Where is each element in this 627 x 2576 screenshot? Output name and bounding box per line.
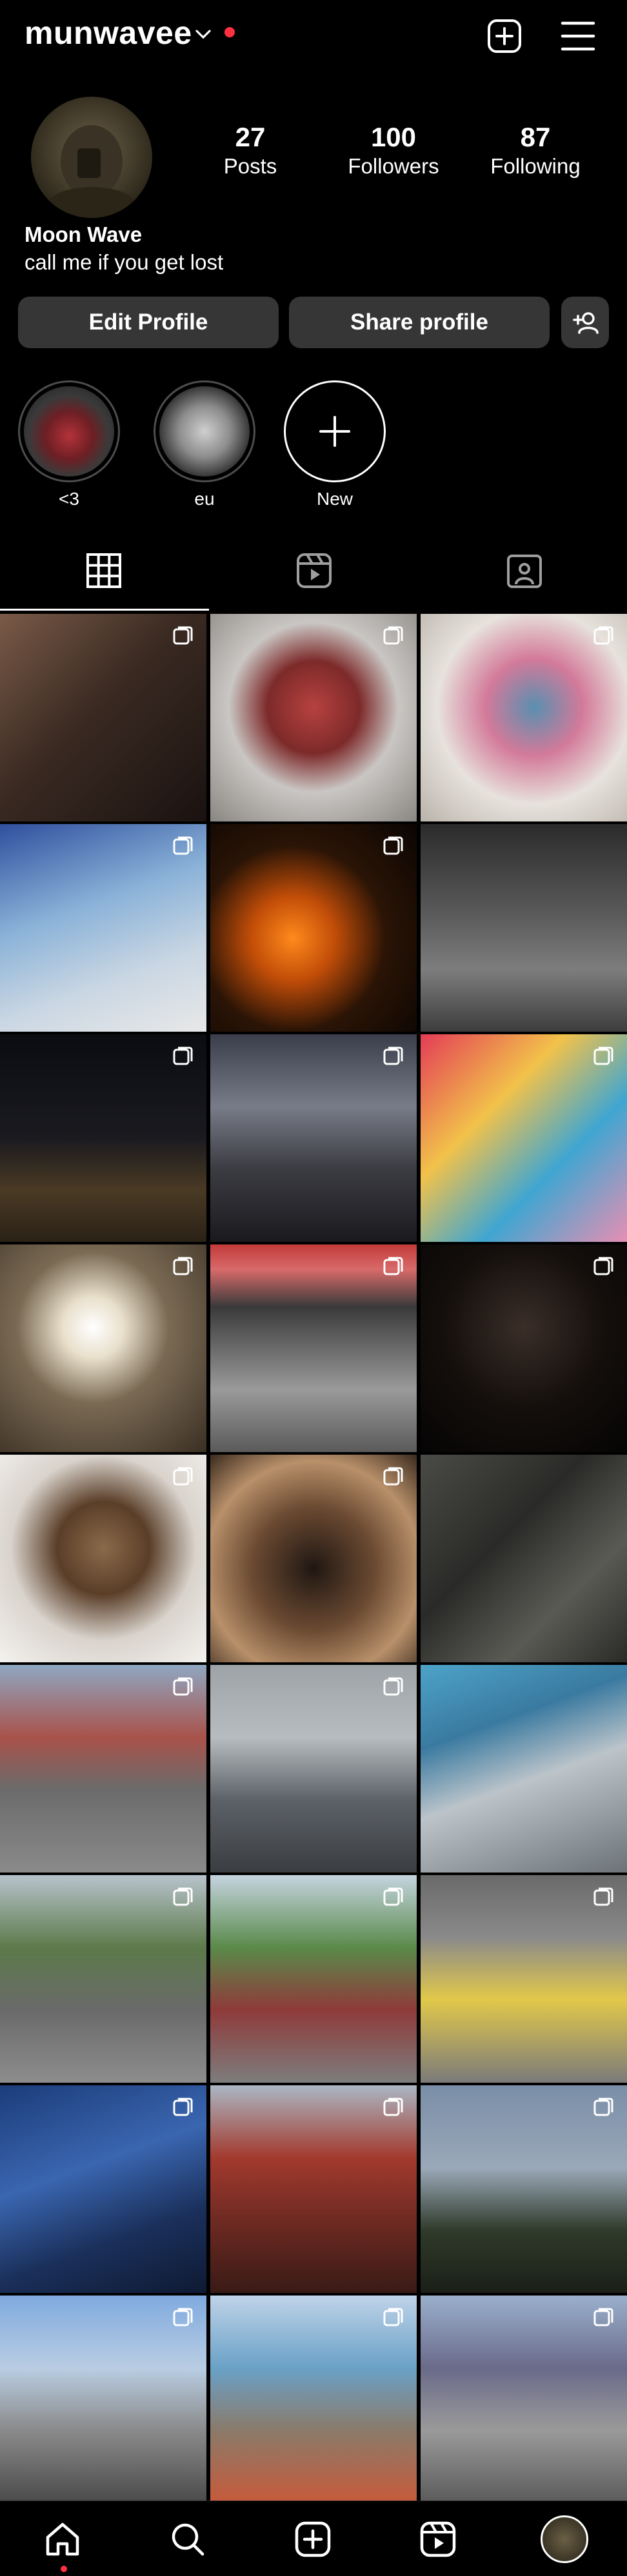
post-thumbnail[interactable] [421, 614, 627, 821]
carousel-icon [173, 2308, 193, 2326]
create-icon[interactable] [485, 17, 524, 55]
post-thumbnail[interactable] [421, 1665, 627, 1873]
post-thumbnail[interactable] [210, 1665, 417, 1873]
edit-profile-button[interactable]: Edit Profile [18, 297, 279, 348]
following-count: 87 [520, 122, 551, 152]
carousel-icon [173, 836, 193, 855]
followers-stat[interactable]: 100 Followers [335, 123, 452, 181]
post-thumbnail[interactable] [0, 2085, 206, 2293]
search-icon[interactable] [165, 2517, 210, 2562]
create-post-icon[interactable] [290, 2517, 335, 2562]
post-thumbnail[interactable] [210, 1244, 417, 1452]
carousel-icon [383, 1677, 403, 1696]
post-thumbnail[interactable] [0, 824, 206, 1032]
new-highlight[interactable]: New [283, 380, 387, 509]
display-name: Moon Wave [25, 222, 143, 246]
carousel-icon [173, 1257, 193, 1275]
post-thumbnail[interactable] [421, 1034, 627, 1242]
post-thumbnail[interactable] [421, 2085, 627, 2293]
post-thumbnail[interactable] [0, 1665, 206, 1873]
post-thumbnail[interactable] [421, 1244, 627, 1452]
post-thumbnail[interactable] [210, 614, 417, 821]
carousel-icon [383, 1467, 403, 1486]
home-notification-dot [61, 2566, 67, 2572]
add-user-icon [573, 312, 599, 334]
highlight-item[interactable]: <3 [17, 380, 121, 509]
post-thumbnail[interactable] [210, 1875, 417, 2083]
carousel-icon [173, 1677, 193, 1696]
home-icon[interactable] [40, 2517, 85, 2562]
carousel-icon [593, 2308, 613, 2326]
carousel-icon [173, 626, 193, 645]
highlight-ring [154, 380, 255, 482]
post-thumbnail[interactable] [210, 824, 417, 1032]
followers-count: 100 [370, 122, 417, 152]
notification-dot [224, 27, 235, 37]
plus-icon [319, 416, 350, 447]
post-thumbnail[interactable] [0, 1455, 206, 1662]
post-thumbnail[interactable] [210, 2085, 417, 2293]
highlight-ring [18, 380, 120, 482]
posts-label: Posts [223, 154, 277, 178]
followers-label: Followers [348, 154, 439, 178]
discover-people-button[interactable] [561, 297, 609, 348]
bio-text: call me if you get lost [25, 250, 224, 274]
top-bar: munwavee [0, 0, 627, 72]
highlight-cover [24, 386, 114, 477]
post-thumbnail[interactable] [421, 2296, 627, 2503]
post-thumbnail[interactable] [0, 1244, 206, 1452]
carousel-icon [173, 2098, 193, 2116]
carousel-icon [383, 1047, 403, 1065]
carousel-icon [383, 836, 403, 855]
post-thumbnail[interactable] [0, 1034, 206, 1242]
posts-count: 27 [235, 122, 266, 152]
active-tab-indicator [0, 609, 209, 611]
share-profile-button[interactable]: Share profile [289, 297, 550, 348]
tagged-tab-icon[interactable] [502, 548, 547, 593]
post-thumbnail[interactable] [421, 824, 627, 1032]
post-thumbnail[interactable] [0, 614, 206, 821]
highlight-item[interactable]: eu [152, 380, 257, 509]
carousel-icon [383, 626, 403, 645]
post-thumbnail[interactable] [210, 2296, 417, 2503]
grid-tab-icon[interactable] [81, 548, 126, 593]
post-thumbnail[interactable] [421, 1875, 627, 2083]
carousel-icon [173, 1467, 193, 1486]
bottom-nav [0, 2501, 627, 2576]
carousel-icon [593, 1257, 613, 1275]
carousel-icon [383, 1887, 403, 1906]
carousel-icon [593, 1047, 613, 1065]
reels-icon[interactable] [415, 2517, 461, 2562]
profile-nav-avatar[interactable] [541, 2515, 588, 2563]
following-stat[interactable]: 87 Following [477, 123, 593, 181]
posts-stat[interactable]: 27 Posts [205, 123, 295, 181]
following-label: Following [490, 154, 581, 178]
highlight-label: eu [194, 489, 215, 509]
carousel-icon [593, 626, 613, 645]
profile-avatar[interactable] [31, 97, 152, 218]
post-thumbnail[interactable] [210, 1455, 417, 1662]
username[interactable]: munwavee [25, 14, 192, 52]
post-thumbnail[interactable] [210, 1034, 417, 1242]
carousel-icon [383, 1257, 403, 1275]
carousel-icon [173, 1887, 193, 1906]
new-highlight-ring [284, 380, 386, 482]
menu-icon[interactable] [559, 19, 597, 53]
post-thumbnail[interactable] [421, 1455, 627, 1662]
highlight-cover [159, 386, 250, 477]
highlight-label: New [316, 489, 353, 509]
carousel-icon [593, 1887, 613, 1906]
carousel-icon [173, 1047, 193, 1065]
post-thumbnail[interactable] [0, 2296, 206, 2503]
reels-tab-icon[interactable] [292, 548, 337, 593]
chevron-down-icon[interactable] [194, 25, 213, 44]
post-thumbnail[interactable] [0, 1875, 206, 2083]
highlight-label: <3 [59, 489, 79, 509]
carousel-icon [383, 2098, 403, 2116]
carousel-icon [593, 2098, 613, 2116]
carousel-icon [383, 2308, 403, 2326]
